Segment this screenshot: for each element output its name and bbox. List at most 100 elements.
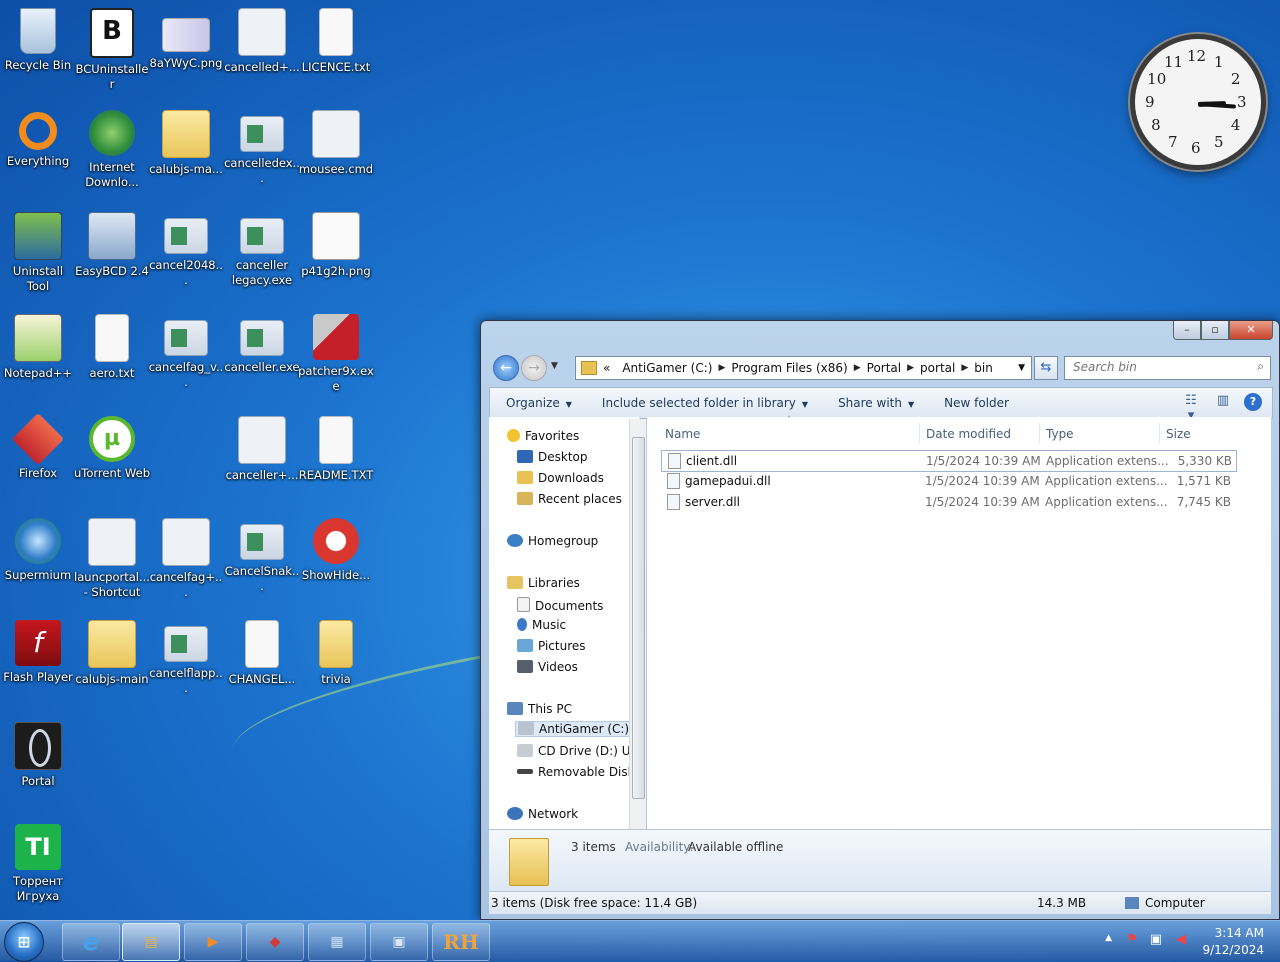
breadcrumb-bin[interactable]: bin [974, 361, 993, 375]
address-overflow[interactable]: « [603, 361, 610, 375]
breadcrumb-portal[interactable]: Portal [867, 361, 901, 375]
nav-antigamer-drive[interactable]: AntiGamer (C:) [515, 721, 635, 737]
show-hidden-icons[interactable]: ▲ [1105, 933, 1112, 943]
desktop-icon-trivia[interactable]: trivia [298, 614, 374, 714]
desktop-icon-cancelled[interactable]: cancelled+... [224, 2, 300, 102]
taskbar-computer[interactable]: ▣ [370, 923, 428, 961]
back-button[interactable]: ← [493, 355, 519, 381]
taskbar-control-panel[interactable]: ▦ [308, 923, 366, 961]
desktop-icon-readme[interactable]: README.TXT [298, 410, 374, 510]
help-icon[interactable]: ? [1244, 393, 1262, 411]
taskbar-resource-hacker[interactable]: RH [432, 923, 490, 961]
explorer-window[interactable]: – ▫ ✕ ← → ▼ « AntiGamer (C:) ▶ Program F… [480, 320, 1280, 920]
nav-homegroup[interactable]: Homegroup [507, 534, 598, 548]
desktop-icon-everything[interactable]: Everything [0, 104, 76, 204]
desktop-icon-calubjs-zip[interactable]: calubjs-ma... [148, 104, 224, 204]
desktop-icon-image-png[interactable]: 8aYWyC.png [148, 2, 224, 102]
file-row[interactable]: gamepadui.dll 1/5/2024 10:39 AM Applicat… [661, 471, 1235, 491]
column-header-size[interactable]: Size [1166, 427, 1191, 441]
search-box[interactable]: ⌕ [1064, 356, 1271, 380]
file-row[interactable]: server.dll 1/5/2024 10:39 AM Application… [661, 492, 1235, 512]
desktop-icon-cancelfag-plus[interactable]: cancelfag+... [148, 512, 224, 612]
change-view-icon[interactable]: ☷ ▾ [1180, 393, 1202, 423]
nav-this-pc[interactable]: This PC [507, 702, 572, 716]
desktop-icon-cancelflapp[interactable]: cancelflapp... [148, 614, 224, 714]
action-center-icon[interactable]: ⚑ [1126, 932, 1138, 947]
desktop-icon-internet-download-manager[interactable]: Internet Downlo... [74, 104, 150, 204]
desktop-icon-uninstall-tool[interactable]: Uninstall Tool [0, 206, 76, 306]
recent-pages-dropdown[interactable]: ▼ [551, 361, 558, 371]
chevron-right-icon[interactable]: ▶ [718, 363, 725, 373]
taskbar-media-player[interactable]: ▶ [184, 923, 242, 961]
breadcrumb-portal-sub[interactable]: portal [920, 361, 955, 375]
tray-date[interactable]: 9/12/2024 [1202, 943, 1264, 957]
desktop-icon-cancelfag-v[interactable]: cancelfag_v... [148, 308, 224, 408]
desktop-icon-cancelsnak[interactable]: CancelSnak... [224, 512, 300, 612]
nav-removable-disk[interactable]: Removable Disk ( [517, 765, 639, 779]
desktop-icon-cancelledex[interactable]: cancelledex... [224, 104, 300, 204]
desktop-icon-launcportal-shortcut[interactable]: launcportal... - Shortcut [74, 512, 150, 612]
nav-pane-scrollbar[interactable] [629, 419, 646, 829]
desktop-icon-mousee[interactable]: mousee.cmd [298, 104, 374, 204]
volume-muted-icon[interactable]: ◀ [1176, 932, 1186, 947]
desktop-icon-patcher9x[interactable]: patcher9x.exe [298, 308, 374, 408]
nav-downloads[interactable]: Downloads [517, 471, 604, 485]
desktop-icon-easybcd[interactable]: EasyBCD 2.4 [74, 206, 150, 306]
start-button[interactable]: ⊞ [4, 922, 44, 962]
nav-music[interactable]: Music [517, 618, 566, 632]
column-header-type[interactable]: Type [1046, 427, 1074, 441]
desktop-icon-licence[interactable]: LICENCE.txt [298, 2, 374, 102]
close-button[interactable]: ✕ [1229, 321, 1273, 340]
minimize-button[interactable]: – [1173, 321, 1201, 340]
breadcrumb-program-files[interactable]: Program Files (x86) [731, 361, 847, 375]
organize-button[interactable]: Organize ▼ [506, 396, 572, 410]
desktop-icon-canceller-plus[interactable]: canceller+... [224, 410, 300, 510]
nav-recent-places[interactable]: Recent places [517, 492, 622, 506]
taskbar-internet-explorer[interactable]: e [62, 923, 120, 961]
column-header-name[interactable]: Name [665, 427, 700, 441]
address-bar[interactable]: « AntiGamer (C:) ▶ Program Files (x86) ▶… [575, 356, 1032, 380]
desktop-icon-calubjs-main[interactable]: calubjs-main [74, 614, 150, 714]
include-in-library-button[interactable]: Include selected folder in library ▼ [602, 396, 808, 410]
refresh-button[interactable]: ⇆ [1034, 356, 1058, 380]
nav-pictures[interactable]: Pictures [517, 639, 586, 653]
network-tray-icon[interactable]: ▣ [1150, 932, 1162, 947]
nav-cd-drive[interactable]: CD Drive (D:) Ubu [517, 744, 639, 758]
forward-button[interactable]: → [521, 355, 547, 381]
nav-libraries[interactable]: Libraries [507, 576, 580, 590]
file-row[interactable]: client.dll 1/5/2024 10:39 AM Application… [661, 450, 1237, 472]
preview-pane-icon[interactable]: ▥ [1212, 393, 1234, 411]
desktop-icon-utorrent[interactable]: µ uTorrent Web [74, 410, 150, 510]
desktop-icon-cancel2048[interactable]: cancel2048... [148, 206, 224, 306]
column-divider[interactable] [1159, 423, 1160, 443]
desktop-icon-canceller-exe[interactable]: canceller.exe [224, 308, 300, 408]
desktop-icon-torrent-igrukha[interactable]: TI Торрент Игруха [0, 818, 76, 918]
column-divider[interactable] [919, 423, 920, 443]
new-folder-button[interactable]: New folder [944, 396, 1009, 410]
chevron-right-icon[interactable]: ▶ [961, 363, 968, 373]
desktop-clock-gadget[interactable]: 12 1 2 3 4 5 6 7 8 9 10 11 [1130, 34, 1266, 170]
column-header-date[interactable]: Date modified [926, 427, 1011, 441]
breadcrumb-antigamer[interactable]: AntiGamer (C:) [622, 361, 712, 375]
chevron-right-icon[interactable]: ▶ [907, 363, 914, 373]
taskbar-file-explorer[interactable]: ▤ [122, 923, 180, 961]
desktop-icon-recycle-bin[interactable]: Recycle Bin [0, 2, 76, 102]
taskbar-firefox[interactable]: ◆ [246, 923, 304, 961]
desktop-icon-p41g2h[interactable]: p41g2h.png [298, 206, 374, 306]
nav-network[interactable]: Network [507, 807, 578, 821]
desktop-icon-portal[interactable]: Portal [0, 716, 76, 816]
desktop-icon-firefox[interactable]: Firefox [0, 410, 76, 510]
scrollbar-thumb[interactable] [632, 437, 645, 799]
column-divider[interactable] [1039, 423, 1040, 443]
desktop-icon-bcuninstaller[interactable]: B BCUninstaller [74, 2, 150, 102]
nav-documents[interactable]: Documents [517, 597, 603, 613]
nav-videos[interactable]: Videos [517, 660, 578, 674]
maximize-button[interactable]: ▫ [1201, 321, 1229, 340]
desktop-icon-showhide[interactable]: ShowHide... [298, 512, 374, 612]
desktop-icon-aero-txt[interactable]: aero.txt [74, 308, 150, 408]
nav-desktop[interactable]: Desktop [517, 450, 588, 464]
address-dropdown-icon[interactable]: ▼ [1018, 363, 1025, 373]
desktop-icon-supermium[interactable]: Supermium [0, 512, 76, 612]
desktop-icon-canceller-legacy[interactable]: canceller legacy.exe [224, 206, 300, 306]
desktop-icon-changelog[interactable]: CHANGEL... [224, 614, 300, 714]
